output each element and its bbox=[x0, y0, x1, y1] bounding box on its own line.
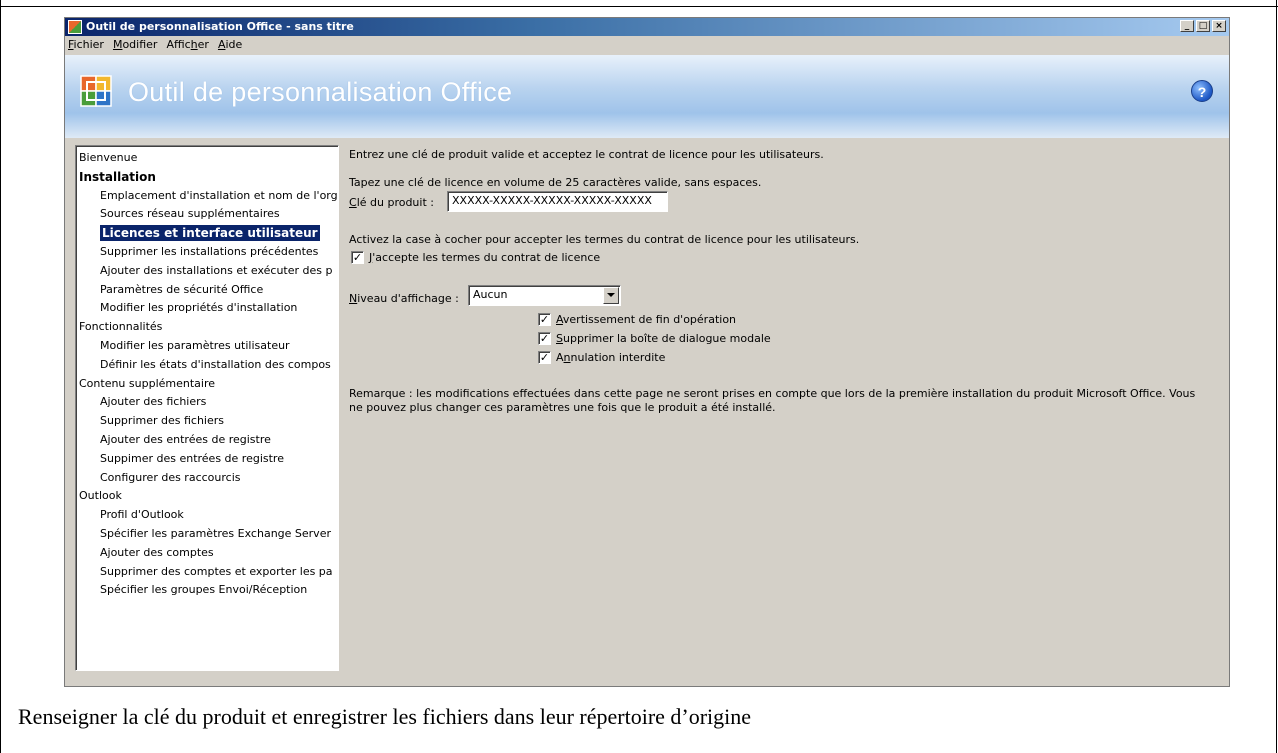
document-frame-left bbox=[0, 0, 1, 753]
suppress-modal-label: Supprimer la boîte de dialogue modale bbox=[556, 332, 771, 345]
header-banner: Outil de personnalisation Office ? bbox=[65, 55, 1229, 138]
tree-item[interactable]: Ajouter des entrées de registre bbox=[100, 432, 271, 448]
help-icon[interactable]: ? bbox=[1191, 80, 1213, 102]
menu-aide[interactable]: Aide bbox=[218, 36, 242, 54]
product-key-input[interactable]: XXXXX-XXXXX-XXXXX-XXXXX-XXXXX bbox=[447, 191, 668, 212]
end-warning-label: Avertissement de fin d'opération bbox=[556, 313, 737, 326]
license-instruction: Activez la case à cocher pour accepter l… bbox=[349, 233, 860, 246]
tree-item[interactable]: Modifier les paramètres utilisateur bbox=[100, 338, 290, 354]
display-level-select[interactable]: Aucun bbox=[468, 285, 621, 306]
tree-item[interactable]: Modifier les propriétés d'installation bbox=[100, 300, 297, 316]
note-line-1: Remarque : les modifications effectuées … bbox=[349, 387, 1196, 400]
note-line-2: ne pouvez plus changer ces paramètres un… bbox=[349, 401, 776, 414]
tree-item[interactable]: Supprimer des comptes et exporter les pa bbox=[100, 564, 333, 580]
tree-item[interactable]: Supprimer les installations précédentes bbox=[100, 244, 318, 260]
tree-item[interactable]: Fonctionnalités bbox=[79, 319, 162, 335]
document-frame-top bbox=[0, 0, 1278, 7]
minimize-button[interactable]: _ bbox=[1180, 20, 1194, 32]
tree-item[interactable]: Spécifier les groupes Envoi/Réception bbox=[100, 582, 307, 598]
window-controls: _ □ × bbox=[1180, 20, 1226, 32]
app-window: Outil de personnalisation Office - sans … bbox=[64, 17, 1230, 687]
no-cancel-checkbox[interactable]: ✓ bbox=[538, 351, 551, 364]
maximize-button[interactable]: □ bbox=[1196, 20, 1210, 32]
tree-item[interactable]: Suppimer des entrées de registre bbox=[100, 451, 284, 467]
display-level-label: Niveau d'affichage : bbox=[349, 292, 459, 305]
display-level-value: Aucun bbox=[473, 288, 508, 301]
office-logo-icon bbox=[80, 75, 112, 107]
tree-item[interactable]: Sources réseau supplémentaires bbox=[100, 206, 280, 222]
banner-title: Outil de personnalisation Office bbox=[128, 77, 513, 107]
suppress-modal-checkbox[interactable]: ✓ bbox=[538, 332, 551, 345]
tree-item-selected[interactable]: Licences et interface utilisateur bbox=[99, 224, 321, 243]
tree-item[interactable]: Emplacement d'installation et nom de l'o… bbox=[100, 188, 338, 204]
end-warning-checkbox[interactable]: ✓ bbox=[538, 313, 551, 326]
key-instruction: Tapez une clé de licence en volume de 25… bbox=[349, 176, 762, 189]
menu-bar: Fichier Modifier Afficher Aide bbox=[65, 36, 1229, 54]
intro-text: Entrez une clé de produit valide et acce… bbox=[349, 148, 824, 161]
app-icon[interactable] bbox=[68, 20, 82, 34]
accept-license-checkbox[interactable]: ✓ bbox=[351, 251, 364, 264]
tree-item[interactable]: Outlook bbox=[79, 488, 122, 504]
accept-license-label: J'accepte les termes du contrat de licen… bbox=[369, 251, 601, 264]
menu-modifier[interactable]: Modifier bbox=[113, 36, 158, 54]
menu-afficher[interactable]: Afficher bbox=[166, 36, 209, 54]
menu-fichier[interactable]: Fichier bbox=[68, 36, 104, 54]
close-button[interactable]: × bbox=[1212, 20, 1226, 32]
document-caption: Renseigner la clé du produit et enregist… bbox=[18, 704, 752, 729]
tree-item[interactable]: Ajouter des comptes bbox=[100, 545, 214, 561]
tree-item[interactable]: Ajouter des installations et exécuter de… bbox=[100, 263, 333, 279]
tree-item[interactable]: Ajouter des fichiers bbox=[100, 394, 206, 410]
tree-item[interactable]: Contenu supplémentaire bbox=[79, 376, 215, 392]
product-key-label: Clé du produit : bbox=[349, 196, 434, 209]
tree-item[interactable]: Définir les états d'installation des com… bbox=[100, 357, 331, 373]
tree-item[interactable]: Installation bbox=[79, 169, 156, 185]
tree-item[interactable]: Bienvenue bbox=[79, 150, 137, 166]
chevron-down-icon[interactable] bbox=[603, 287, 619, 304]
document-frame-right bbox=[1276, 0, 1277, 753]
tree-item[interactable]: Paramètres de sécurité Office bbox=[100, 282, 263, 298]
window-title: Outil de personnalisation Office - sans … bbox=[86, 20, 354, 33]
no-cancel-label: Annulation interdite bbox=[556, 351, 666, 364]
tree-item[interactable]: Spécifier les paramètres Exchange Server bbox=[100, 526, 331, 542]
title-bar[interactable]: Outil de personnalisation Office - sans … bbox=[65, 18, 1229, 36]
tree-item[interactable]: Profil d'Outlook bbox=[100, 507, 184, 523]
navigation-tree[interactable]: Bienvenue Installation Emplacement d'insta… bbox=[75, 145, 339, 671]
tree-item[interactable]: Supprimer des fichiers bbox=[100, 413, 224, 429]
tree-item[interactable]: Configurer des raccourcis bbox=[100, 470, 241, 486]
